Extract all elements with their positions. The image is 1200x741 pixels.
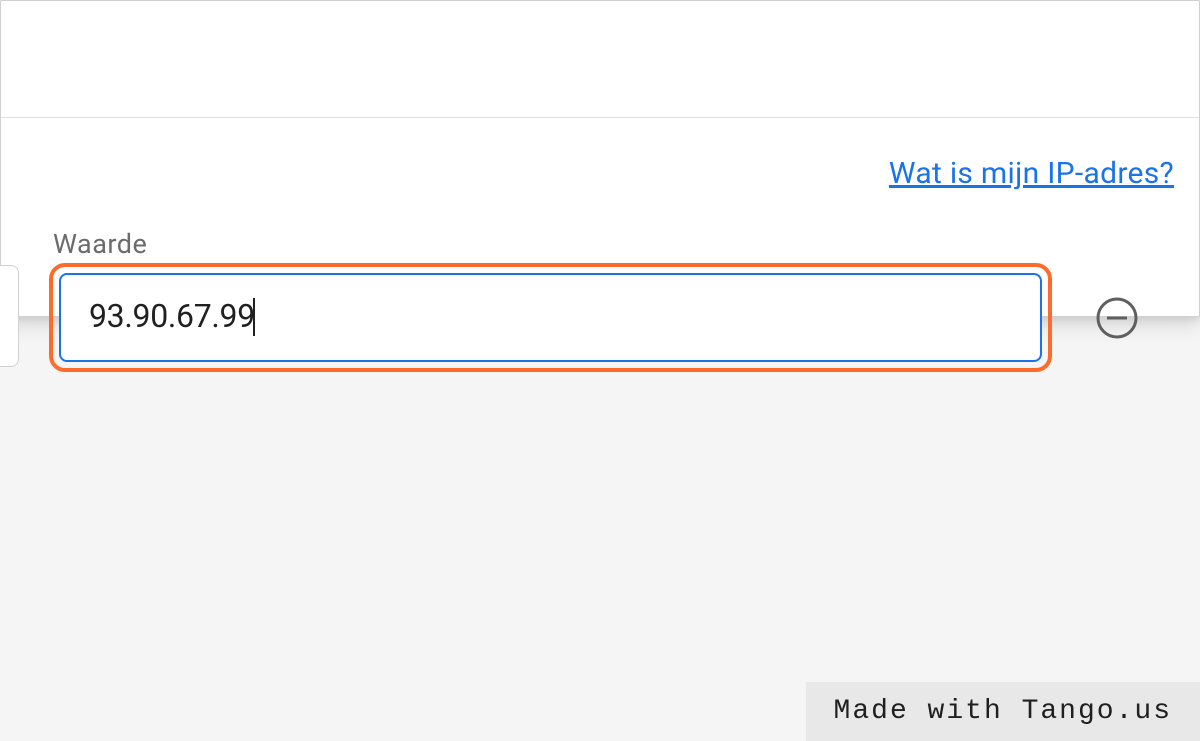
what-is-my-ip-link[interactable]: Wat is mijn IP-adres? [889, 156, 1174, 191]
tutorial-highlight: 93.90.67.99 [49, 263, 1052, 372]
panel-content: Wat is mijn IP-adres? Waarde 93.90.67.99 [1, 118, 1199, 316]
form-panel: Wat is mijn IP-adres? Waarde 93.90.67.99 [0, 0, 1200, 317]
text-cursor [253, 298, 255, 336]
remove-button[interactable] [1093, 294, 1141, 342]
minus-circle-icon [1095, 296, 1139, 340]
panel-top-area [1, 1, 1199, 117]
value-field-label: Waarde [53, 228, 147, 260]
value-input-text: 93.90.67.99 [89, 297, 255, 338]
value-input[interactable]: 93.90.67.99 [59, 273, 1042, 362]
adjacent-field-fragment [0, 265, 19, 367]
watermark-badge: Made with Tango.us [806, 682, 1200, 741]
